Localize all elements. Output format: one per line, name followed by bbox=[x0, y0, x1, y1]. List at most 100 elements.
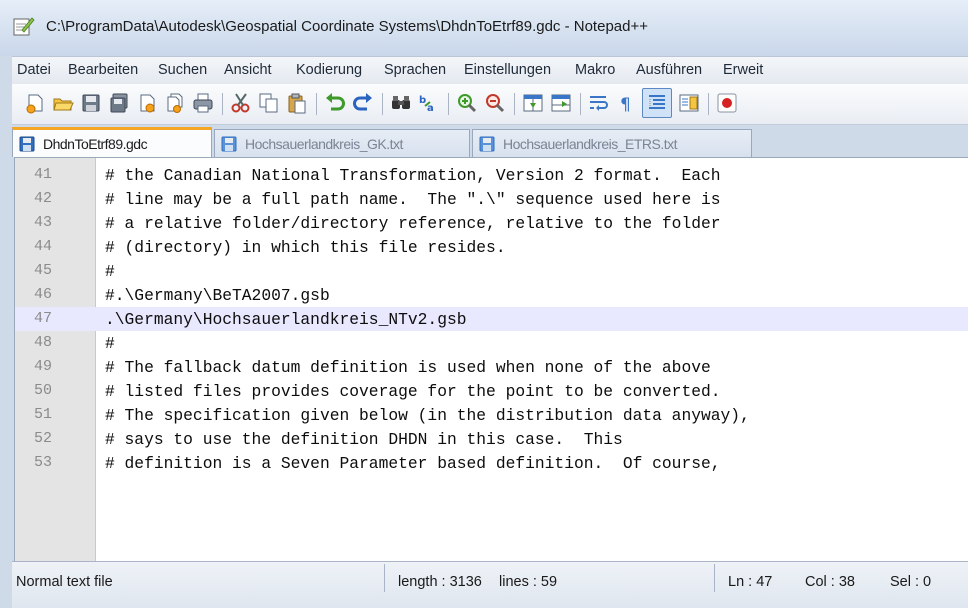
show-all-chars-icon[interactable]: ¶ bbox=[616, 92, 638, 114]
status-lines: lines : 59 bbox=[499, 574, 558, 590]
line-text: # bbox=[105, 262, 115, 281]
title-bar[interactable]: C:\ProgramData\Autodesk\Geospatial Coord… bbox=[0, 0, 968, 56]
toolbar-separator bbox=[222, 93, 223, 115]
notepadpp-window: C:\ProgramData\Autodesk\Geospatial Coord… bbox=[0, 0, 968, 608]
editor-line[interactable]: 45 # bbox=[15, 259, 968, 283]
toolbar-separator bbox=[708, 93, 709, 115]
editor-line[interactable]: 44 # (directory) in which this file resid… bbox=[15, 235, 968, 259]
save-icon[interactable] bbox=[80, 92, 102, 114]
editor-line[interactable]: 50 # listed files provides coverage for t… bbox=[15, 379, 968, 403]
status-bar: Normal text file length : 3136 lines : 5… bbox=[12, 561, 968, 608]
menu-datei[interactable]: Datei bbox=[17, 62, 51, 78]
line-number: 45 bbox=[33, 262, 52, 279]
tab-label: Hochsauerlandkreis_GK.txt bbox=[245, 135, 403, 152]
notepadpp-app-icon bbox=[13, 17, 35, 36]
line-text: # The specification given below (in the … bbox=[105, 406, 750, 425]
line-number: 47 bbox=[33, 310, 52, 327]
window-title: C:\ProgramData\Autodesk\Geospatial Coord… bbox=[46, 18, 648, 35]
new-file-icon[interactable] bbox=[24, 92, 46, 114]
menu-erweiterungen[interactable]: Erweit bbox=[723, 62, 763, 78]
toolbar-separator bbox=[514, 93, 515, 115]
tab-hochsauerlandkreis-gk[interactable]: Hochsauerlandkreis_GK.txt bbox=[214, 129, 470, 157]
tab-label: Hochsauerlandkreis_ETRS.txt bbox=[503, 135, 678, 152]
line-number: 50 bbox=[33, 382, 52, 399]
saved-file-icon bbox=[479, 136, 495, 151]
toolbar-separator bbox=[580, 93, 581, 115]
tab-bar: DhdnToEtrf89.gdc Hochsauerlandkreis_GK.t… bbox=[12, 125, 968, 157]
find-icon[interactable] bbox=[390, 92, 412, 114]
close-icon[interactable] bbox=[136, 92, 158, 114]
paste-icon[interactable] bbox=[286, 92, 308, 114]
svg-text:¶: ¶ bbox=[620, 95, 631, 114]
menu-einstellungen[interactable]: Einstellungen bbox=[464, 62, 551, 78]
menu-sprachen[interactable]: Sprachen bbox=[384, 62, 446, 78]
toolbar-separator bbox=[382, 93, 383, 115]
menu-makro[interactable]: Makro bbox=[575, 62, 615, 78]
redo-icon[interactable] bbox=[352, 92, 374, 114]
doc-map-icon[interactable] bbox=[678, 92, 700, 114]
line-number: 43 bbox=[33, 214, 52, 231]
text-editor[interactable]: 41 # the Canadian National Transformation… bbox=[14, 157, 968, 561]
line-number: 48 bbox=[33, 334, 52, 351]
tab-label: DhdnToEtrf89.gdc bbox=[43, 135, 148, 152]
open-file-icon[interactable] bbox=[52, 92, 74, 114]
editor-line[interactable]: 41 # the Canadian National Transformation… bbox=[15, 163, 968, 187]
line-number: 49 bbox=[33, 358, 52, 375]
record-macro-icon[interactable] bbox=[716, 92, 738, 114]
editor-line[interactable]: 48 # bbox=[15, 331, 968, 355]
indent-guide-icon[interactable] bbox=[642, 88, 672, 118]
line-number: 44 bbox=[33, 238, 52, 255]
editor-line[interactable]: 49 # The fallback datum definition is use… bbox=[15, 355, 968, 379]
menu-kodierung[interactable]: Kodierung bbox=[296, 62, 362, 78]
line-number: 52 bbox=[33, 430, 52, 447]
editor-line[interactable]: 42 # line may be a full path name. The ".… bbox=[15, 187, 968, 211]
status-file-type: Normal text file bbox=[16, 574, 113, 590]
copy-icon[interactable] bbox=[258, 92, 280, 114]
line-number: 41 bbox=[33, 166, 52, 183]
saved-file-icon bbox=[19, 136, 35, 151]
line-text: # listed files provides coverage for the… bbox=[105, 382, 721, 401]
menu-ausfuehren[interactable]: Ausführen bbox=[636, 62, 702, 78]
toolbar: ba ¶ bbox=[12, 84, 968, 125]
editor-line[interactable]: 51 # The specification given below (in th… bbox=[15, 403, 968, 427]
close-all-icon[interactable] bbox=[164, 92, 186, 114]
menu-bar: Datei Bearbeiten Suchen Ansicht Kodierun… bbox=[12, 56, 968, 84]
line-text: # bbox=[105, 334, 115, 353]
tab-hochsauerlandkreis-etrs[interactable]: Hochsauerlandkreis_ETRS.txt bbox=[472, 129, 752, 157]
line-number: 46 bbox=[33, 286, 52, 303]
editor-line[interactable]: 52 # says to use the definition DHDN in t… bbox=[15, 427, 968, 451]
status-ln: Ln : 47 bbox=[728, 574, 773, 590]
sync-horizontal-icon[interactable] bbox=[550, 92, 572, 114]
line-text: # the Canadian National Transformation, … bbox=[105, 166, 721, 185]
line-text: # says to use the definition DHDN in thi… bbox=[105, 430, 623, 449]
save-all-icon[interactable] bbox=[108, 92, 130, 114]
menu-ansicht[interactable]: Ansicht bbox=[224, 62, 272, 78]
menu-bearbeiten[interactable]: Bearbeiten bbox=[68, 62, 138, 78]
line-text: # line may be a full path name. The ".\"… bbox=[105, 190, 721, 209]
undo-icon[interactable] bbox=[324, 92, 346, 114]
zoom-in-icon[interactable] bbox=[456, 92, 478, 114]
line-text: # definition is a Seven Parameter based … bbox=[105, 454, 721, 473]
line-number: 42 bbox=[33, 190, 52, 207]
editor-line-current[interactable]: 47 .\Germany\Hochsauerlandkreis_NTv2.gsb bbox=[15, 307, 968, 331]
line-number: 51 bbox=[33, 406, 52, 423]
menu-suchen[interactable]: Suchen bbox=[158, 62, 207, 78]
cut-icon[interactable] bbox=[230, 92, 252, 114]
replace-icon[interactable]: ba bbox=[418, 92, 440, 114]
line-text: # (directory) in which this file resides… bbox=[105, 238, 506, 257]
saved-file-icon bbox=[221, 136, 237, 151]
line-text: #.\Germany\BeTA2007.gsb bbox=[105, 286, 330, 305]
editor-line[interactable]: 46 #.\Germany\BeTA2007.gsb bbox=[15, 283, 968, 307]
sync-vertical-icon[interactable] bbox=[522, 92, 544, 114]
editor-line[interactable]: 43 # a relative folder/directory referenc… bbox=[15, 211, 968, 235]
toolbar-separator bbox=[316, 93, 317, 115]
zoom-out-icon[interactable] bbox=[484, 92, 506, 114]
word-wrap-icon[interactable] bbox=[588, 92, 610, 114]
tab-dhdntoetrf89[interactable]: DhdnToEtrf89.gdc bbox=[12, 127, 212, 157]
print-icon[interactable] bbox=[192, 92, 214, 114]
toolbar-separator bbox=[448, 93, 449, 115]
status-sel: Sel : 0 bbox=[890, 574, 932, 590]
editor-line[interactable]: 53 # definition is a Seven Parameter base… bbox=[15, 451, 968, 475]
line-text: # a relative folder/directory reference,… bbox=[105, 214, 721, 233]
svg-text:b: b bbox=[419, 95, 426, 106]
